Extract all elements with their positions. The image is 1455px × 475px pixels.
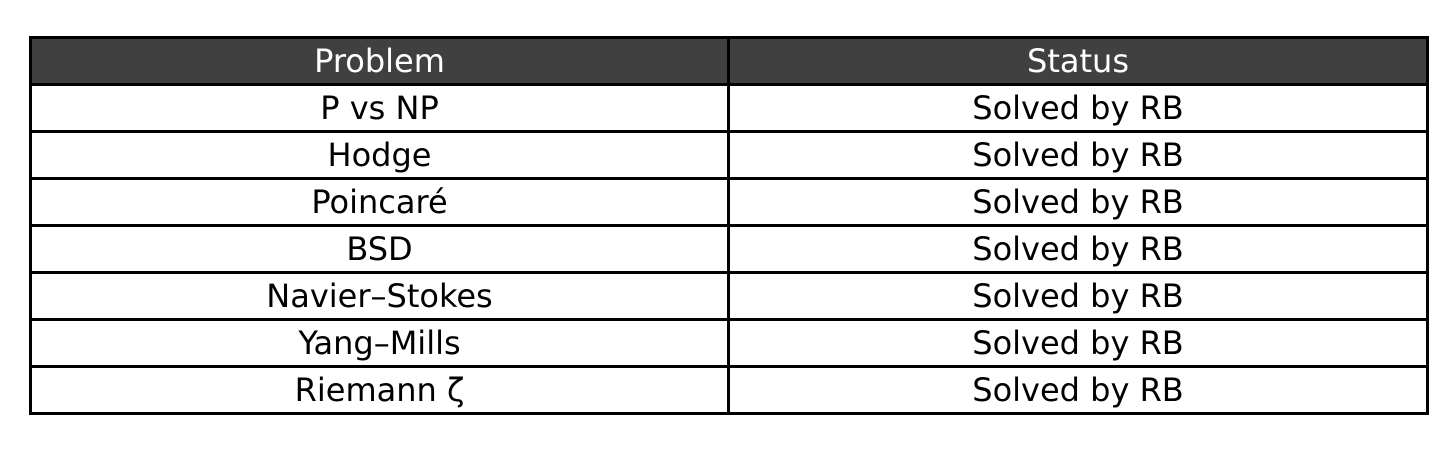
status-cell: Solved by RB: [727, 318, 1429, 368]
table-row: Poincaré Solved by RB: [29, 177, 1429, 227]
problem-cell: Yang–Mills: [29, 318, 730, 368]
status-cell: Solved by RB: [727, 224, 1429, 274]
status-cell: Solved by RB: [727, 271, 1429, 321]
table-row: Riemann ζ Solved by RB: [29, 365, 1429, 415]
problem-cell: P vs NP: [29, 83, 730, 133]
status-cell: Solved by RB: [727, 130, 1429, 180]
problem-cell: Hodge: [29, 130, 730, 180]
table-row: Hodge Solved by RB: [29, 130, 1429, 180]
status-cell: Solved by RB: [727, 83, 1429, 133]
table-row: Yang–Mills Solved by RB: [29, 318, 1429, 368]
status-cell: Solved by RB: [727, 365, 1429, 415]
results-table: Problem Status P vs NP Solved by RB Hodg…: [29, 36, 1429, 415]
header-row: Problem Status: [29, 36, 1429, 86]
status-cell: Solved by RB: [727, 177, 1429, 227]
column-header-status: Status: [727, 36, 1429, 86]
table-row: BSD Solved by RB: [29, 224, 1429, 274]
column-header-problem: Problem: [29, 36, 730, 86]
problem-cell: Navier–Stokes: [29, 271, 730, 321]
table-body: P vs NP Solved by RB Hodge Solved by RB …: [29, 83, 1429, 415]
problem-cell: Riemann ζ: [29, 365, 730, 415]
problem-cell: Poincaré: [29, 177, 730, 227]
table-row: P vs NP Solved by RB: [29, 83, 1429, 133]
table-header: Problem Status: [29, 36, 1429, 86]
table-row: Navier–Stokes Solved by RB: [29, 271, 1429, 321]
problem-cell: BSD: [29, 224, 730, 274]
